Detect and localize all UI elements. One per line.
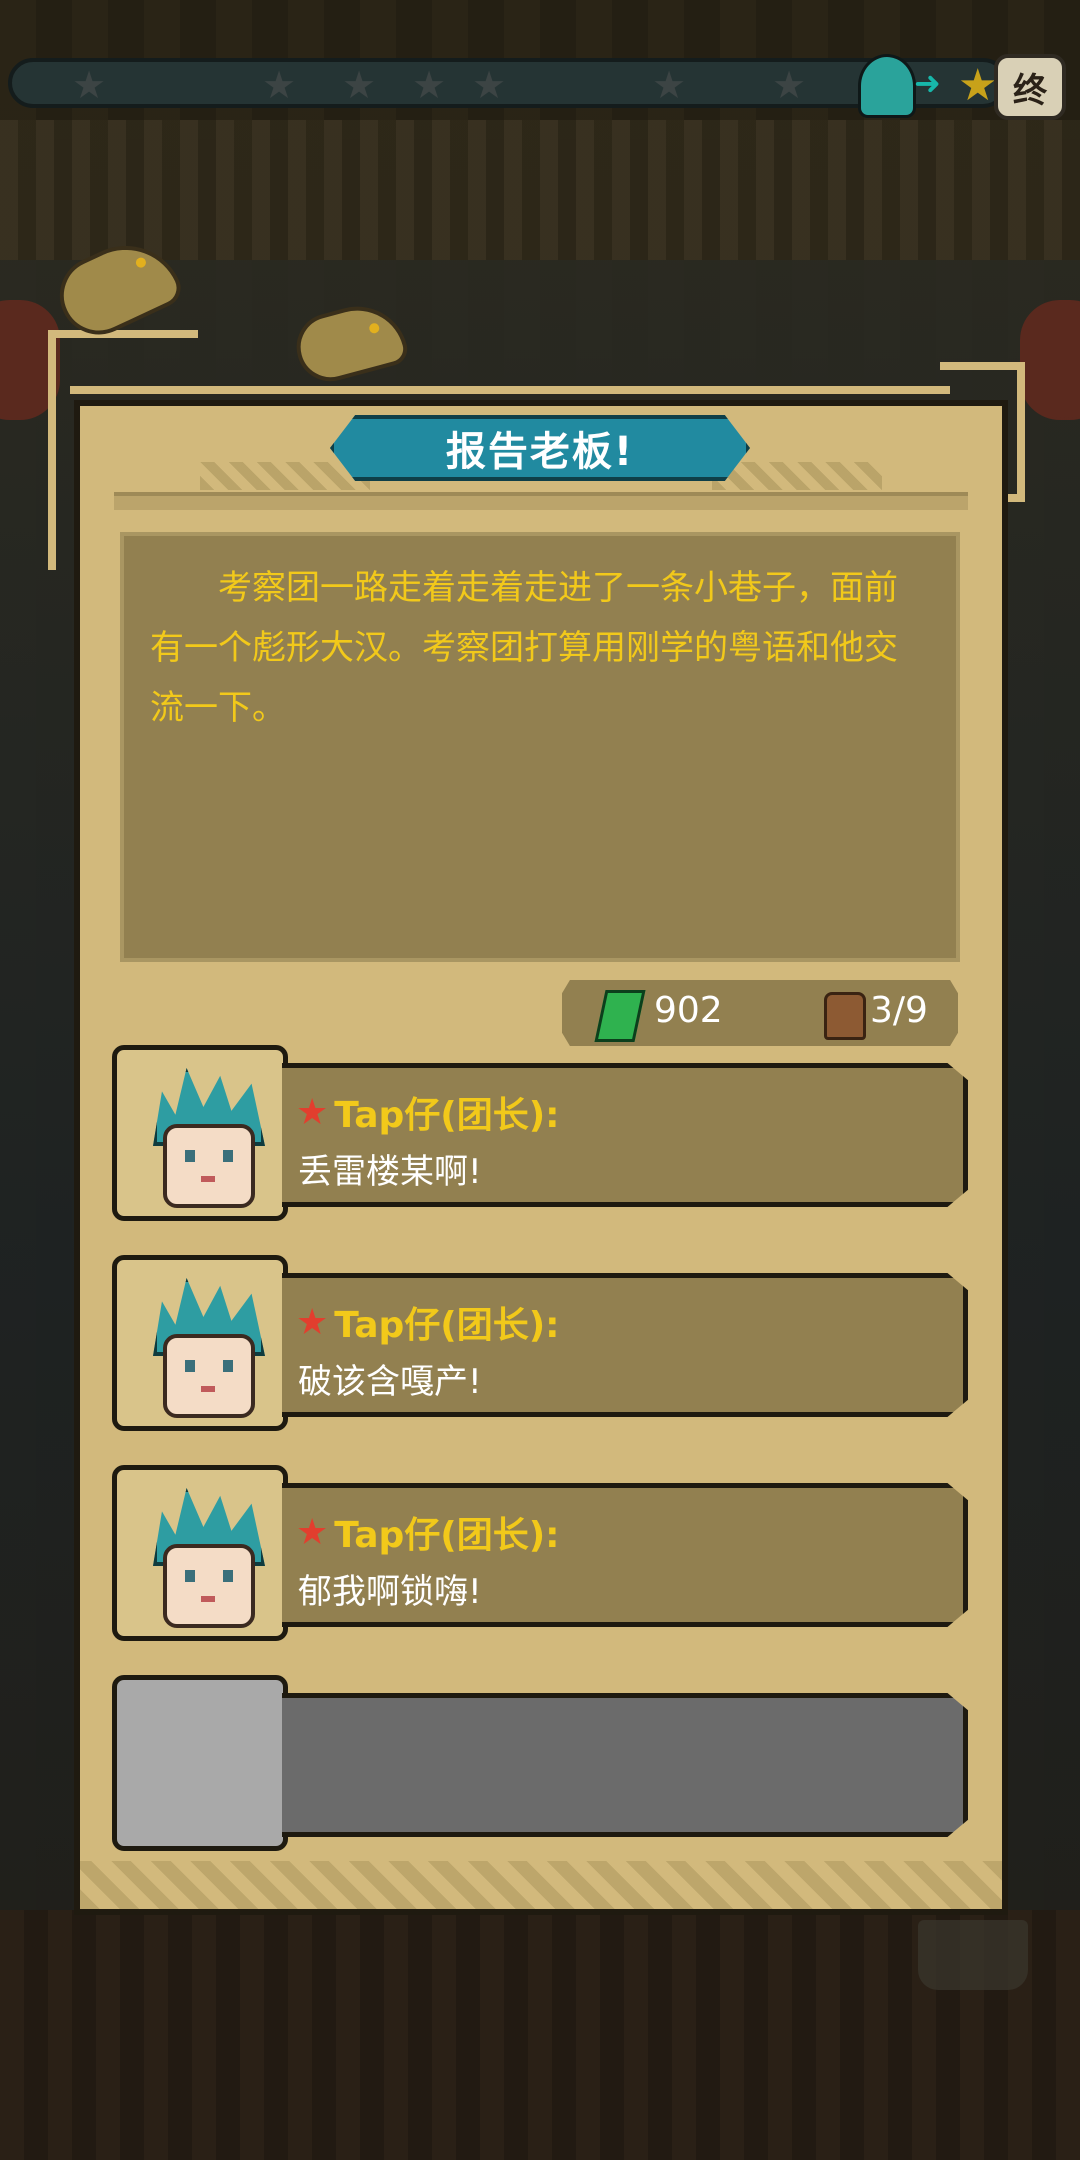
- progress-star-icon: ★: [472, 63, 507, 107]
- panel-divider: [114, 492, 968, 510]
- avatar: [112, 1465, 288, 1641]
- panel-pattern-right: [712, 462, 882, 490]
- money-icon: [594, 990, 646, 1042]
- arrow-right-icon: ➜: [914, 64, 941, 102]
- resource-bar: 902 3/9: [562, 980, 958, 1046]
- leader-star-icon: ★: [296, 1301, 329, 1343]
- progress-star-icon: ★: [412, 63, 447, 107]
- dialogue-option[interactable]: ★ Tap仔(团长): 郁我啊锁嗨!: [112, 1465, 968, 1643]
- end-badge: 终: [994, 54, 1066, 120]
- goal-star-icon: ★: [958, 60, 998, 111]
- lantern-right: [1020, 300, 1080, 420]
- dialogue-line: 破该含嘎产!: [298, 1362, 482, 1402]
- backpack-icon: [824, 992, 866, 1040]
- dialogue-option[interactable]: ★ Tap仔(团长): 破该含嘎产!: [112, 1255, 968, 1433]
- speech-bubble[interactable]: ★ Tap仔(团长): 丢雷楼某啊!: [282, 1063, 968, 1207]
- progress-bar: ★ ★ ★ ★ ★ ★ ★ ➜ ★: [8, 54, 1008, 118]
- dialogue-option-empty: [112, 1675, 968, 1853]
- panel-title: 报告老板!: [330, 415, 750, 481]
- speaker-label: ★ Tap仔(团长):: [296, 1506, 560, 1558]
- story-text: 考察团一路走着走着走进了一条小巷子，面前有一个彪形大汉。考察团打算用刚学的粤语和…: [150, 568, 898, 728]
- progress-star-icon: ★: [652, 63, 687, 107]
- speaker-name: Tap仔(团长):: [334, 1095, 560, 1136]
- avatar: [112, 1045, 288, 1221]
- leader-star-icon: ★: [296, 1091, 329, 1133]
- speaker-name: Tap仔(团长):: [334, 1515, 560, 1556]
- player-marker-icon: [858, 54, 916, 118]
- speaker-label: ★ Tap仔(团长):: [296, 1086, 560, 1138]
- background-roof: [0, 120, 1080, 260]
- speaker-label: ★ Tap仔(团长):: [296, 1296, 560, 1348]
- book-icon[interactable]: [918, 1920, 1028, 1990]
- progress-star-icon: ★: [72, 63, 107, 107]
- ornament-line: [70, 386, 950, 394]
- dialogue-line: 郁我啊锁嗨!: [298, 1572, 482, 1612]
- speaker-name: Tap仔(团长):: [334, 1305, 560, 1346]
- dialogue-line: 丢雷楼某啊!: [298, 1152, 482, 1192]
- progress-star-icon: ★: [342, 63, 377, 107]
- progress-star-icon: ★: [772, 63, 807, 107]
- progress-star-icon: ★: [262, 63, 297, 107]
- speech-bubble[interactable]: ★ Tap仔(团长): 郁我啊锁嗨!: [282, 1483, 968, 1627]
- leader-star-icon: ★: [296, 1511, 329, 1553]
- speech-bubble-empty: [282, 1693, 968, 1837]
- avatar: [112, 1255, 288, 1431]
- bag-value: 3/9: [870, 990, 928, 1031]
- money-value: 902: [654, 990, 723, 1031]
- avatar-placeholder: [112, 1675, 288, 1851]
- story-box: 考察团一路走着走着走进了一条小巷子，面前有一个彪形大汉。考察团打算用刚学的粤语和…: [120, 532, 960, 962]
- dialogue-option[interactable]: ★ Tap仔(团长): 丢雷楼某啊!: [112, 1045, 968, 1223]
- speech-bubble[interactable]: ★ Tap仔(团长): 破该含嘎产!: [282, 1273, 968, 1417]
